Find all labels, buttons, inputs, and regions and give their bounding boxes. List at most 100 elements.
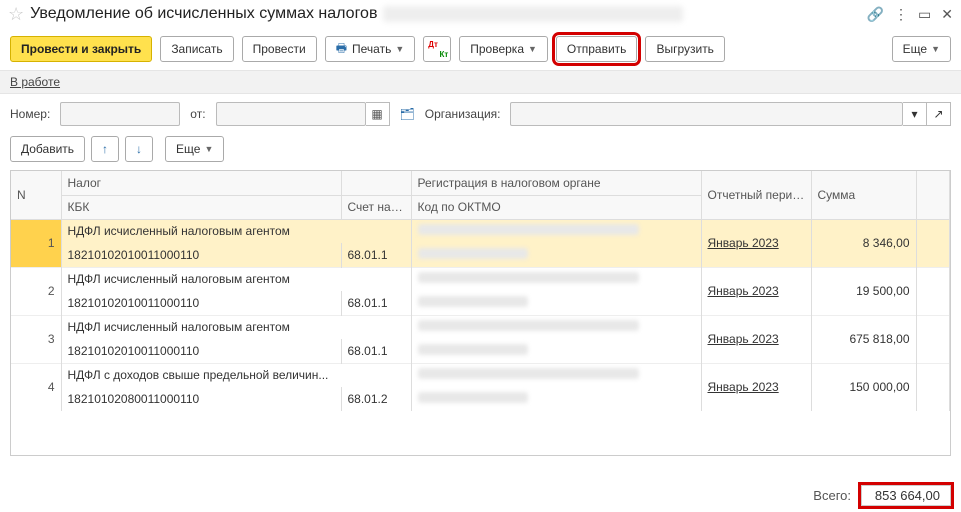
org-icon: 🗂 [400, 107, 415, 121]
move-down-button[interactable] [125, 136, 153, 162]
cell-sum[interactable]: 675 818,00 [811, 315, 916, 363]
status-bar: В работе [0, 70, 961, 94]
save-button[interactable]: Записать [160, 36, 233, 62]
col-header-period[interactable]: Отчетный период [701, 171, 811, 219]
number-label: Номер: [10, 107, 50, 121]
window-title: Уведомление об исчисленных суммах налого… [30, 5, 377, 23]
from-label: от: [190, 107, 205, 121]
cell-tax[interactable]: НДФЛ исчисленный налоговым агентом [61, 315, 411, 339]
org-label: Организация: [425, 107, 501, 121]
table-row[interactable]: 2НДФЛ исчисленный налоговым агентомЯнвар… [11, 267, 950, 291]
more-button[interactable]: Еще ▼ [892, 36, 951, 62]
cell-n[interactable]: 1 [11, 219, 61, 267]
link-icon[interactable]: 🔗 [867, 6, 884, 23]
cell-n[interactable]: 3 [11, 315, 61, 363]
col-header-oktmo[interactable]: Код по ОКТМО [411, 195, 701, 219]
window-restore-icon[interactable]: ▭ [918, 6, 931, 23]
tax-grid[interactable]: N Налог Регистрация в налоговом органе О… [10, 170, 951, 456]
cell-kbk[interactable]: 18210102010011000110 [61, 339, 341, 363]
fields-row: Номер: от: 🗂 Организация: ▾ ↗ [0, 94, 961, 134]
cell-period[interactable]: Январь 2023 [701, 363, 811, 411]
number-input[interactable] [60, 102, 180, 126]
kebab-menu-icon[interactable]: ⋮ [894, 6, 908, 23]
grid-more-button[interactable]: Еще ▼ [165, 136, 224, 162]
cell-acct[interactable]: 68.01.1 [341, 243, 411, 267]
dt-kt-icon [430, 42, 444, 56]
cell-tax[interactable]: НДФЛ исчисленный налоговым агентом [61, 267, 411, 291]
cell-sum[interactable]: 150 000,00 [811, 363, 916, 411]
cell-oktmo-redacted[interactable] [411, 387, 701, 411]
arrow-up-icon [102, 142, 108, 156]
cell-n[interactable]: 2 [11, 267, 61, 315]
cell-blank [916, 315, 950, 363]
cell-period[interactable]: Январь 2023 [701, 315, 811, 363]
printer-icon: 🖶 [336, 39, 347, 60]
main-toolbar: Провести и закрыть Записать Провести 🖶 П… [0, 28, 961, 70]
cell-tax[interactable]: НДФЛ исчисленный налоговым агентом [61, 219, 411, 243]
cell-tax[interactable]: НДФЛ с доходов свыше предельной величин.… [61, 363, 411, 387]
cell-period[interactable]: Январь 2023 [701, 219, 811, 267]
org-dropdown-button[interactable]: ▾ [903, 102, 927, 126]
cell-blank [916, 219, 950, 267]
arrow-down-icon [136, 142, 142, 156]
dt-kt-button[interactable] [423, 36, 451, 62]
cell-oktmo-redacted[interactable] [411, 291, 701, 315]
cell-reg-redacted[interactable] [411, 267, 701, 291]
org-input[interactable] [510, 102, 903, 126]
cell-sum[interactable]: 8 346,00 [811, 219, 916, 267]
cell-reg-redacted[interactable] [411, 219, 701, 243]
window-close-icon[interactable]: ✕ [941, 6, 953, 23]
table-row[interactable]: 4НДФЛ с доходов свыше предельной величин… [11, 363, 950, 387]
cell-acct[interactable]: 68.01.1 [341, 291, 411, 315]
cell-n[interactable]: 4 [11, 363, 61, 411]
window-titlebar: ☆ Уведомление об исчисленных суммах нало… [0, 0, 961, 28]
col-header-blank [916, 171, 950, 219]
print-label: Печать [352, 42, 391, 56]
chevron-down-icon: ▼ [931, 44, 940, 54]
table-row[interactable]: 1НДФЛ исчисленный налоговым агентомЯнвар… [11, 219, 950, 243]
send-button[interactable]: Отправить [556, 36, 638, 62]
cell-period[interactable]: Январь 2023 [701, 267, 811, 315]
grid-more-label: Еще [176, 142, 200, 156]
post-button[interactable]: Провести [242, 36, 317, 62]
chevron-down-icon: ▼ [528, 44, 537, 54]
col-header-sum[interactable]: Сумма [811, 171, 916, 219]
col-header-acct[interactable]: Счет налога [341, 195, 411, 219]
cell-reg-redacted[interactable] [411, 315, 701, 339]
table-row[interactable]: 3НДФЛ исчисленный налоговым агентомЯнвар… [11, 315, 950, 339]
total-value: 853 664,00 [861, 485, 951, 506]
org-open-button[interactable]: ↗ [927, 102, 951, 126]
cell-sum[interactable]: 19 500,00 [811, 267, 916, 315]
calendar-icon [371, 107, 382, 121]
col-header-kbk[interactable]: КБК [61, 195, 341, 219]
chevron-down-icon: ▼ [204, 144, 213, 154]
post-and-close-button[interactable]: Провести и закрыть [10, 36, 152, 62]
chevron-down-icon: ▼ [395, 44, 404, 54]
check-label: Проверка [470, 42, 524, 56]
cell-oktmo-redacted[interactable] [411, 339, 701, 363]
cell-acct[interactable]: 68.01.2 [341, 387, 411, 411]
footer-total: Всего: 853 664,00 [813, 485, 951, 506]
col-header-reg[interactable]: Регистрация в налоговом органе [411, 171, 701, 195]
export-button[interactable]: Выгрузить [645, 36, 725, 62]
cell-kbk[interactable]: 18210102010011000110 [61, 243, 341, 267]
col-header-n[interactable]: N [11, 171, 61, 219]
col-header-tax[interactable]: Налог [61, 171, 341, 195]
calendar-button[interactable] [366, 102, 390, 126]
date-input[interactable] [216, 102, 366, 126]
status-link[interactable]: В работе [10, 75, 60, 89]
print-button[interactable]: 🖶 Печать ▼ [325, 36, 416, 62]
move-up-button[interactable] [91, 136, 119, 162]
cell-blank [916, 267, 950, 315]
check-button[interactable]: Проверка ▼ [459, 36, 548, 62]
favorite-star-icon[interactable]: ☆ [8, 4, 24, 25]
cell-kbk[interactable]: 18210102080011000110 [61, 387, 341, 411]
more-label: Еще [903, 42, 927, 56]
add-row-button[interactable]: Добавить [10, 136, 85, 162]
cell-reg-redacted[interactable] [411, 363, 701, 387]
cell-acct[interactable]: 68.01.1 [341, 339, 411, 363]
cell-oktmo-redacted[interactable] [411, 243, 701, 267]
col-header-acct-blank[interactable] [341, 171, 411, 195]
grid-toolbar: Добавить Еще ▼ [0, 134, 961, 170]
cell-kbk[interactable]: 18210102010011000110 [61, 291, 341, 315]
